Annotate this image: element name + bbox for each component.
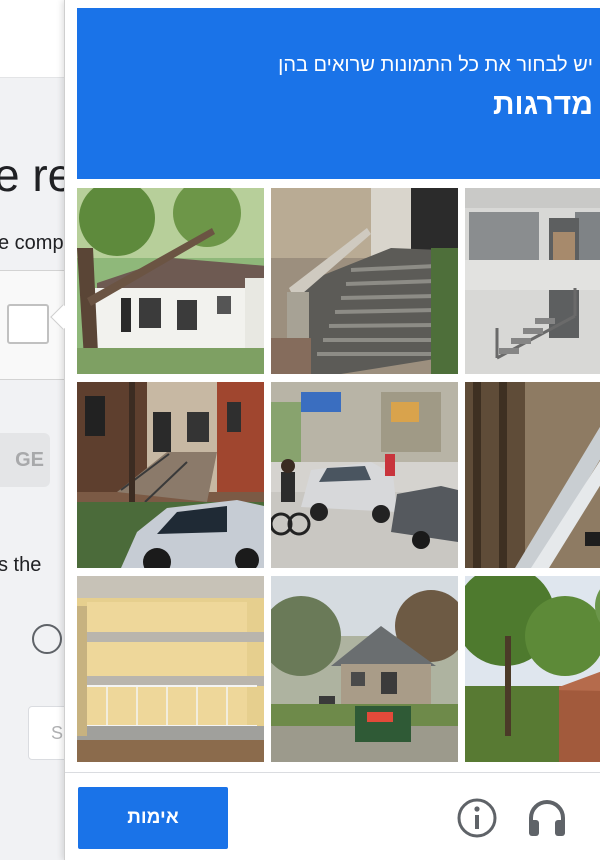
image-tile-7[interactable]	[77, 576, 264, 762]
instruction-text: יש לבחור את כל התמונות שרואים בהן	[278, 54, 593, 76]
info-icon[interactable]	[455, 796, 499, 840]
image-tile-8[interactable]	[271, 576, 458, 762]
image-tile-5[interactable]	[271, 382, 458, 568]
image-tile-4[interactable]	[77, 382, 264, 568]
image-tile-3[interactable]	[465, 188, 600, 374]
question-text: s the	[0, 554, 42, 576]
verify-button[interactable]: אימות	[78, 787, 228, 849]
balcony-building-icon	[77, 576, 264, 762]
house-with-tree-icon	[77, 188, 264, 374]
page-heading: e re	[0, 149, 74, 201]
captcha-challenge-popup: יש לבחור את כל התמונות שרואים בהן מדרגות	[64, 0, 600, 860]
house-dumpster-icon	[271, 576, 458, 762]
headphones-icon[interactable]	[525, 796, 569, 840]
image-tile-6[interactable]	[465, 382, 600, 568]
submit-button-disabled[interactable]: GE	[0, 433, 50, 487]
image-tile-9[interactable]	[465, 576, 600, 762]
stair-railing-closeup-icon	[465, 382, 600, 568]
street-cyclist-cars-icon	[271, 382, 458, 568]
radio-option[interactable]	[32, 624, 62, 654]
image-tile-1[interactable]	[77, 188, 264, 374]
tree-brick-house-icon	[465, 576, 600, 762]
footer-divider	[65, 772, 600, 773]
image-grid	[77, 188, 600, 764]
page-subtext: e comp	[0, 232, 64, 254]
instruction-banner: יש לבחור את כל התמונות שרואים בהן מדרגות	[77, 8, 600, 179]
captcha-checkbox[interactable]	[7, 304, 49, 344]
image-tile-2[interactable]	[271, 188, 458, 374]
storefront-stairs-icon	[465, 188, 600, 374]
concrete-stairs-icon	[271, 188, 458, 374]
instruction-target: מדרגות	[493, 88, 593, 121]
brownstone-stoop-suv-icon	[77, 382, 264, 568]
